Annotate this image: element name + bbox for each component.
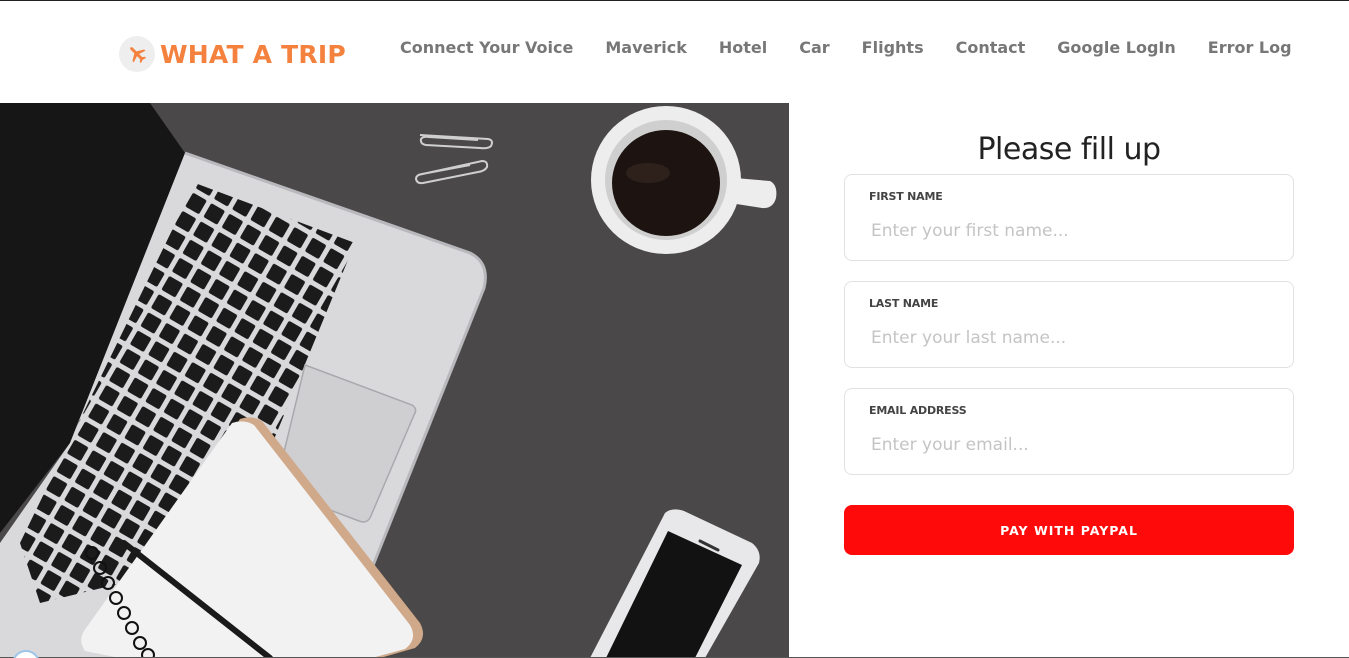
brand-name: WHAT A TRIP [160, 39, 346, 69]
nav-contact[interactable]: Contact [956, 38, 1026, 57]
last-name-label: LAST NAME [869, 297, 939, 310]
hero-image [0, 103, 789, 658]
airplane-icon [119, 36, 155, 72]
email-label: EMAIL ADDRESS [869, 404, 967, 417]
last-name-field[interactable]: LAST NAME [844, 281, 1294, 368]
first-name-input[interactable] [871, 221, 1271, 241]
main-nav: Connect Your Voice Maverick Hotel Car Fl… [400, 38, 1292, 57]
nav-connect-your-voice[interactable]: Connect Your Voice [400, 38, 573, 57]
nav-google-login[interactable]: Google LogIn [1057, 38, 1175, 57]
nav-error-log[interactable]: Error Log [1208, 38, 1292, 57]
signup-form: Please fill up FIRST NAME LAST NAME EMAI… [844, 103, 1294, 555]
nav-maverick[interactable]: Maverick [605, 38, 687, 57]
nav-car[interactable]: Car [799, 38, 829, 57]
last-name-input[interactable] [871, 328, 1271, 348]
first-name-field[interactable]: FIRST NAME [844, 174, 1294, 261]
site-header: WHAT A TRIP Connect Your Voice Maverick … [0, 1, 1349, 103]
form-title: Please fill up [977, 132, 1161, 167]
pay-with-paypal-button[interactable]: PAY WITH PAYPAL [844, 505, 1294, 555]
first-name-label: FIRST NAME [869, 190, 943, 203]
nav-flights[interactable]: Flights [862, 38, 924, 57]
nav-hotel[interactable]: Hotel [719, 38, 767, 57]
email-field[interactable]: EMAIL ADDRESS [844, 388, 1294, 475]
brand-logo[interactable]: WHAT A TRIP [119, 36, 346, 72]
email-input[interactable] [871, 435, 1271, 455]
